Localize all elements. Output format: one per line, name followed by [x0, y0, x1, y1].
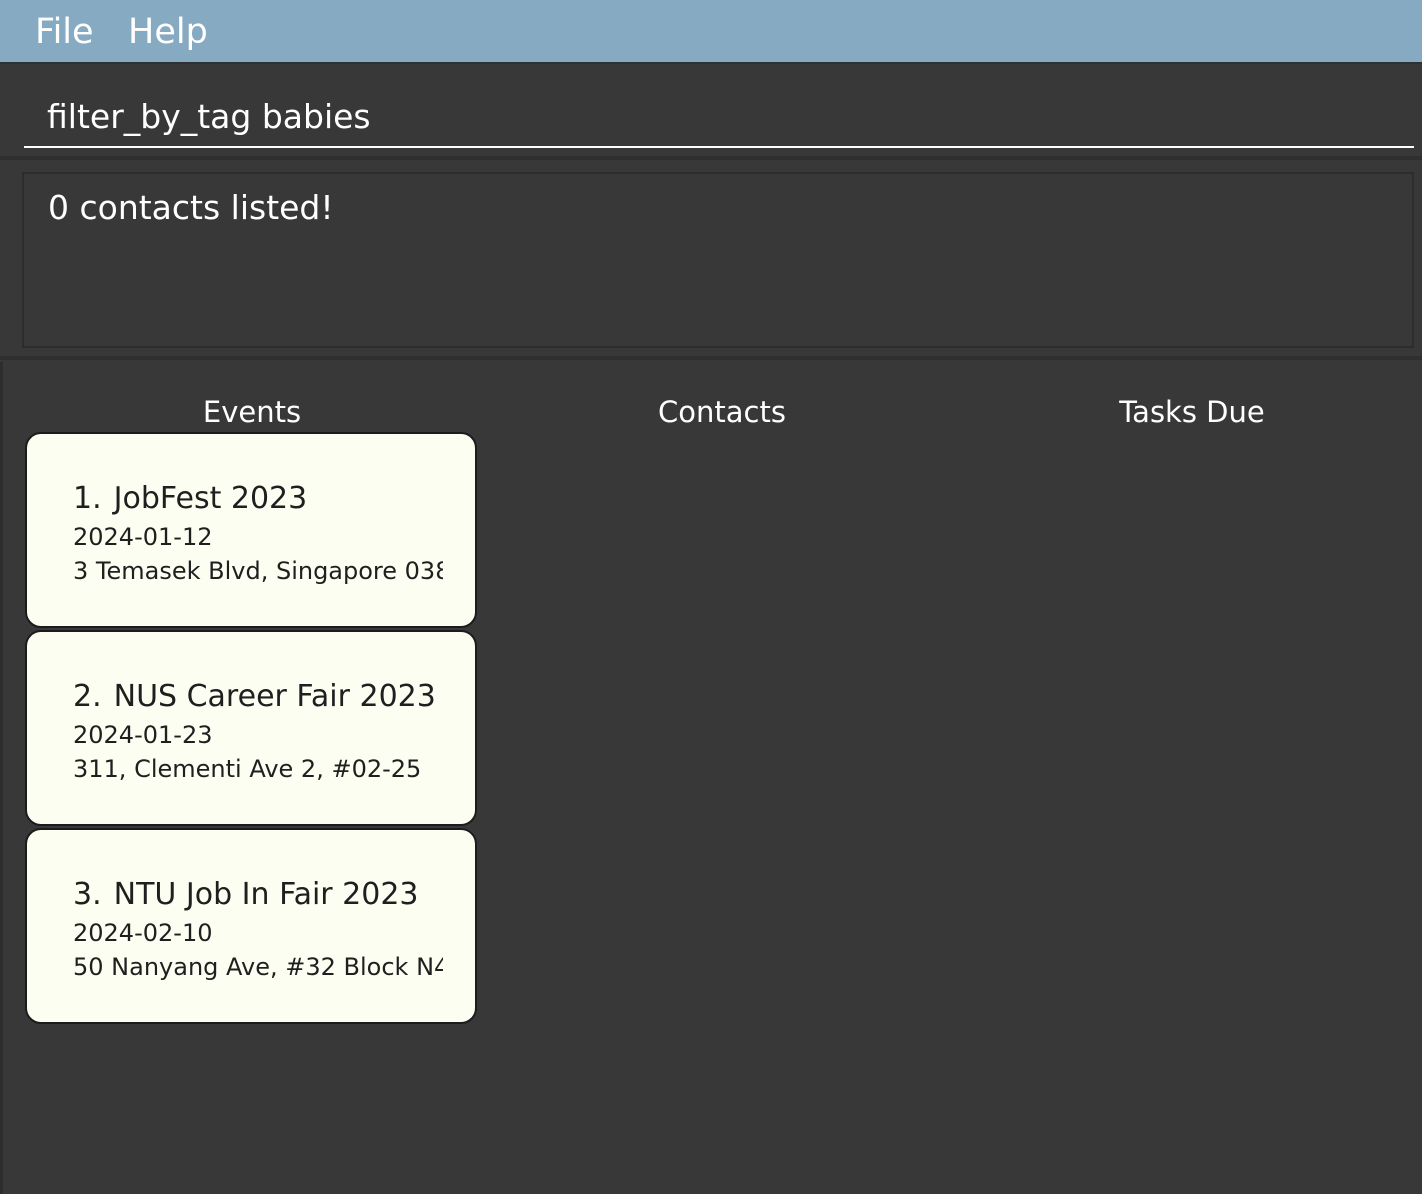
event-date: 2024-01-23	[73, 721, 213, 749]
menu-bar: File Help	[0, 0, 1422, 64]
event-index: 3.	[73, 877, 102, 912]
result-message: 0 contacts listed!	[48, 188, 334, 227]
event-date: 2024-02-10	[73, 919, 213, 947]
main-area: Events Contacts Tasks Due 1. JobFest 2023…	[0, 362, 1422, 1194]
event-card[interactable]: 3. NTU Job In Fair 2023 2024-02-10 50 Nan…	[25, 828, 477, 1024]
result-display: 0 contacts listed!	[22, 172, 1414, 348]
events-list: 1. JobFest 2023 2024-01-12 3 Temasek Blvd…	[25, 432, 477, 1026]
event-index: 2.	[73, 679, 102, 714]
event-title: 1. JobFest 2023	[73, 480, 307, 518]
event-name: JobFest 2023	[113, 481, 308, 516]
menu-file[interactable]: File	[35, 12, 94, 52]
event-date: 2024-01-12	[73, 523, 213, 551]
events-header: Events	[202, 395, 302, 429]
tasks-due-header: Tasks Due	[1119, 395, 1265, 429]
event-name: NTU Job In Fair 2023	[113, 877, 419, 912]
command-input[interactable]	[24, 86, 1414, 148]
event-index: 1.	[73, 481, 102, 516]
event-card[interactable]: 1. JobFest 2023 2024-01-12 3 Temasek Blvd…	[25, 432, 477, 628]
event-address: 50 Nanyang Ave, #32 Block N4 ...	[73, 953, 443, 981]
event-card[interactable]: 2. NUS Career Fair 2023 2024-01-23 311, C…	[25, 630, 477, 826]
result-panel: 0 contacts listed!	[0, 160, 1422, 360]
event-address: 3 Temasek Blvd, Singapore 038...	[73, 557, 443, 585]
command-box	[0, 64, 1422, 160]
event-title: 2. NUS Career Fair 2023	[73, 678, 436, 716]
menu-help[interactable]: Help	[128, 12, 208, 52]
event-name: NUS Career Fair 2023	[113, 679, 436, 714]
event-address: 311, Clementi Ave 2, #02-25	[73, 755, 422, 783]
event-title: 3. NTU Job In Fair 2023	[73, 876, 419, 914]
contacts-header: Contacts	[658, 395, 786, 429]
